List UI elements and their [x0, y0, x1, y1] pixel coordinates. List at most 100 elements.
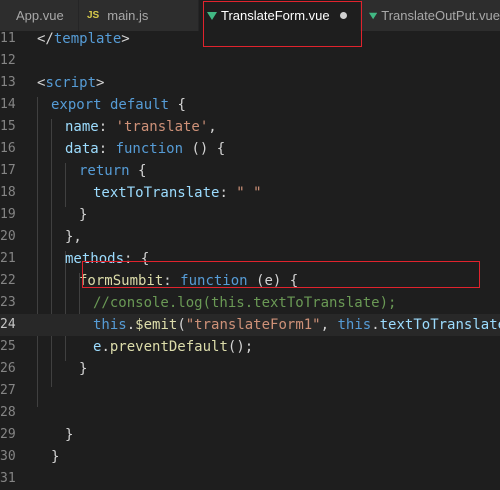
- code-text: e.preventDefault();: [93, 336, 253, 358]
- code-token: },: [65, 229, 82, 245]
- code-line[interactable]: 29}: [0, 424, 500, 446]
- code-line[interactable]: 22 formSumbit: function (e) {: [0, 270, 500, 292]
- code-line[interactable]: 17 return {: [0, 160, 500, 182]
- code-token: () {: [183, 141, 226, 157]
- tab-main-js[interactable]: JS main.js: [79, 0, 199, 31]
- code-token: function: [115, 141, 184, 157]
- code-line[interactable]: 24 this.$emit("translateForm1", this.text…: [0, 314, 500, 336]
- vue-icon: [207, 11, 217, 20]
- code-token: return: [79, 163, 130, 179]
- line-number: 30: [0, 449, 16, 464]
- code-line[interactable]: 25 e.preventDefault();: [0, 336, 500, 358]
- code-token: template: [53, 31, 122, 47]
- code-text: }: [79, 204, 87, 226]
- line-number: 22: [0, 273, 16, 288]
- code-token: }: [79, 361, 88, 377]
- code-token: function: [180, 273, 248, 289]
- code-line[interactable]: 18 textToTranslate: " ": [0, 182, 500, 204]
- line-number: 25: [0, 339, 16, 354]
- code-line[interactable]: 16 data: function () {: [0, 138, 500, 160]
- code-text: textToTranslate: " ": [93, 182, 262, 204]
- code-line[interactable]: 12: [0, 50, 500, 72]
- code-token: name: [65, 119, 99, 135]
- code-token: script: [45, 75, 97, 91]
- code-line[interactable]: 28: [0, 402, 500, 424]
- code-token: this: [337, 317, 372, 333]
- code-token: :: [163, 273, 181, 289]
- code-text: //console.log(this.textToTranslate);: [93, 292, 396, 314]
- code-text: name: 'translate',: [65, 116, 217, 138]
- code-token: ();: [227, 339, 254, 355]
- line-number: 26: [0, 361, 16, 376]
- tab-label: App.vue: [16, 8, 64, 23]
- code-line[interactable]: 13 <script>: [0, 72, 500, 94]
- line-number: 21: [0, 251, 16, 266]
- tab-translateoutput-vue[interactable]: TranslateOutPut.vue: [361, 0, 500, 31]
- tab-label: TranslateForm.vue: [221, 8, 330, 23]
- code-token: " ": [236, 185, 262, 201]
- code-token: >: [121, 31, 130, 47]
- code-text: }: [79, 358, 87, 380]
- code-line[interactable]: 23 //console.log(this.textToTranslate);: [0, 292, 500, 314]
- code-text: export default {: [51, 94, 186, 116]
- code-token: $emit: [135, 317, 178, 333]
- code-token: }: [79, 207, 88, 223]
- line-number: 13: [0, 75, 16, 90]
- line-number: 15: [0, 119, 16, 134]
- code-line[interactable]: 21 methods: {: [0, 248, 500, 270]
- code-token: textToTranslate: [93, 185, 220, 201]
- line-number: 18: [0, 185, 16, 200]
- line-number: 29: [0, 427, 16, 442]
- tab-translateform-vue[interactable]: TranslateForm.vue: [199, 0, 361, 31]
- code-line[interactable]: 11 </template>: [0, 28, 500, 50]
- code-token: :: [219, 185, 237, 201]
- code-text: }: [65, 424, 73, 446]
- code-token: :: [98, 141, 116, 157]
- line-number: 11: [0, 31, 16, 46]
- code-token: {: [177, 97, 186, 113]
- code-token: this: [93, 317, 127, 333]
- code-line[interactable]: 30}: [0, 446, 500, 468]
- line-number: 17: [0, 163, 16, 178]
- code-token: ,: [208, 119, 217, 135]
- line-number: 27: [0, 383, 16, 398]
- code-line[interactable]: 27: [0, 380, 500, 402]
- tab-label: main.js: [107, 8, 149, 23]
- line-number: 20: [0, 229, 16, 244]
- line-number: 24: [0, 317, 16, 332]
- code-token: formSumbit: [79, 273, 164, 289]
- code-token: </: [37, 31, 54, 47]
- code-token: data: [65, 141, 99, 157]
- line-number: 12: [0, 53, 16, 68]
- code-token: >: [96, 75, 105, 91]
- code-line[interactable]: 15 name: 'translate',: [0, 116, 500, 138]
- code-token: "translateForm1": [185, 317, 321, 333]
- unsaved-changes-dot-icon[interactable]: [339, 12, 347, 19]
- code-line[interactable]: 19}: [0, 204, 500, 226]
- tab-label: TranslateOutPut.vue: [381, 8, 500, 23]
- vue-icon: [369, 12, 378, 19]
- code-token: methods: [65, 251, 125, 267]
- editor-tab-bar: App.vue JS main.js TranslateForm.vue Tra…: [0, 0, 500, 31]
- code-line[interactable]: 26}: [0, 358, 500, 380]
- code-text: data: function () {: [65, 138, 225, 160]
- code-line[interactable]: 31: [0, 468, 500, 490]
- code-token: //console.log(this.textToTranslate);: [93, 295, 397, 311]
- code-token: .: [101, 339, 110, 355]
- code-line[interactable]: 20},: [0, 226, 500, 248]
- tab-app-vue[interactable]: App.vue: [0, 0, 79, 31]
- code-token: }: [65, 427, 74, 443]
- code-token: (e) {: [247, 273, 299, 289]
- code-token: : {: [124, 251, 150, 267]
- code-line[interactable]: 14 export default {: [0, 94, 500, 116]
- code-token: (: [177, 317, 186, 333]
- code-text: <script>: [37, 72, 104, 94]
- code-text: formSumbit: function (e) {: [79, 270, 298, 292]
- code-editor[interactable]: 11 </template> 12 13 <script> 14 export defaul…: [0, 28, 500, 486]
- line-number: 23: [0, 295, 16, 310]
- code-text: </template>: [37, 28, 130, 50]
- code-token: {: [129, 163, 147, 179]
- code-text: },: [65, 226, 82, 248]
- line-number: 31: [0, 471, 16, 486]
- code-text: return {: [79, 160, 146, 182]
